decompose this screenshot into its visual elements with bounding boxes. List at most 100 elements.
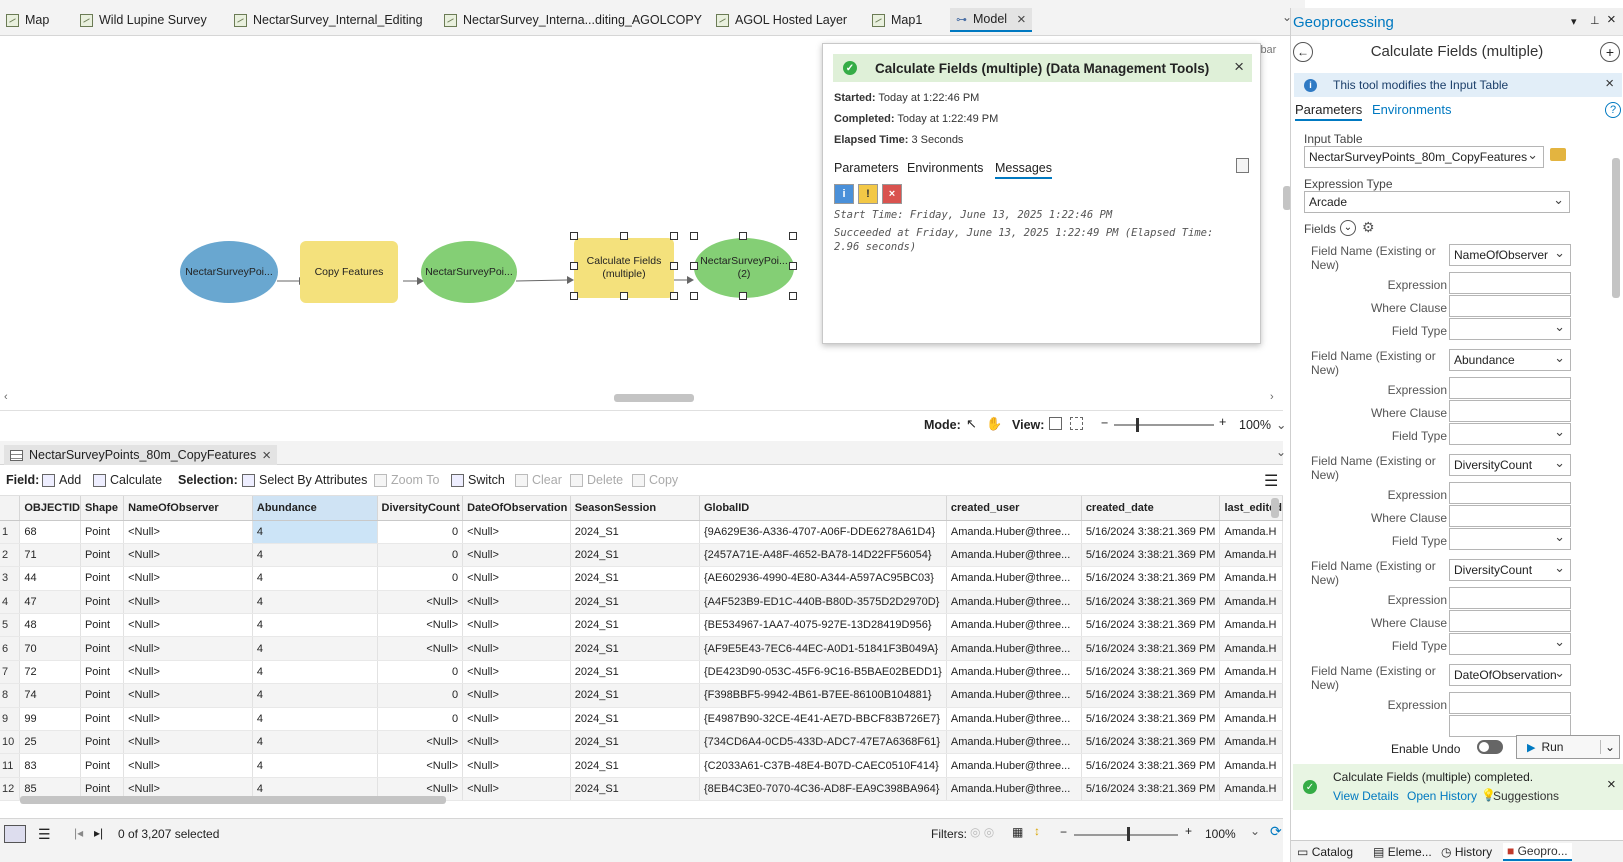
close-icon[interactable]: × xyxy=(1605,75,1614,92)
table-cell[interactable]: 0 xyxy=(377,520,464,544)
table-cell[interactable]: 2024_S1 xyxy=(570,777,701,802)
expression-input[interactable] xyxy=(1449,482,1571,504)
field-name-dropdown[interactable]: NameOfObserver xyxy=(1449,244,1571,266)
tab-map1[interactable]: Map1 xyxy=(872,8,922,32)
table-cell[interactable]: <Null> xyxy=(123,520,253,544)
first-record-icon[interactable]: |◂ xyxy=(74,826,83,840)
field-type-dropdown[interactable] xyxy=(1449,318,1571,340)
table-cell[interactable]: 0 xyxy=(377,543,464,568)
field-name-dropdown[interactable]: DiversityCount xyxy=(1449,559,1571,581)
selection-handle[interactable] xyxy=(690,232,698,240)
table-cell[interactable]: <Null> xyxy=(462,613,571,638)
table-row[interactable]: 4 47 Point <Null> 4 <Null> <Null> 2024_S1 {A4F52… xyxy=(0,590,1283,615)
column-header[interactable]: NameOfObserver xyxy=(123,496,253,521)
row-number-cell[interactable]: 9 xyxy=(0,707,21,732)
table-cell[interactable]: Amanda.Huber@three... xyxy=(946,753,1082,778)
table-cell[interactable]: <Null> xyxy=(462,777,571,802)
tab-nectarsurvey-internal-editing[interactable]: NectarSurvey_Internal_Editing xyxy=(234,8,423,32)
add-field-button[interactable]: Add xyxy=(42,473,81,487)
run-button[interactable]: ▶ Run ⌄ xyxy=(1516,735,1620,759)
table-cell[interactable]: Amanda.Huber@three... xyxy=(946,707,1082,732)
row-number-cell[interactable]: 6 xyxy=(0,636,21,661)
column-header[interactable]: OBJECTID xyxy=(19,496,81,521)
warning-filter-icon[interactable]: ! xyxy=(858,184,878,204)
row-number-cell[interactable]: 3 xyxy=(0,566,21,591)
table-row[interactable]: 3 44 Point <Null> 4 0 <Null> 2024_S1 {AE602936-4… xyxy=(0,566,1283,591)
enable-undo-toggle[interactable] xyxy=(1477,740,1503,754)
table-cell[interactable]: Point xyxy=(80,707,125,732)
column-header[interactable]: SeasonSession xyxy=(570,496,701,521)
zoom-slider[interactable] xyxy=(1114,424,1214,426)
folder-icon[interactable] xyxy=(1550,148,1566,161)
table-zoom-slider[interactable] xyxy=(1074,834,1178,836)
table-cell[interactable]: 4 xyxy=(252,613,378,638)
table-cell[interactable]: <Null> xyxy=(462,590,571,615)
copy-icon[interactable] xyxy=(1236,158,1249,173)
close-icon[interactable]: × xyxy=(1607,11,1616,28)
table-cell[interactable]: <Null> xyxy=(462,543,571,568)
table-cell[interactable]: <Null> xyxy=(462,730,571,755)
table-cell[interactable]: {DE423D90-053C-45F6-9C16-B5BAE02BEDD1} xyxy=(699,660,947,685)
table-cell[interactable]: 5/16/2024 3:38:21.369 PM xyxy=(1081,566,1221,591)
where-clause-input[interactable] xyxy=(1449,610,1571,632)
row-number-cell[interactable]: 11 xyxy=(0,753,21,778)
popup-tab-messages[interactable]: Messages xyxy=(995,161,1052,179)
table-cell[interactable]: Amanda.H xyxy=(1219,777,1283,802)
error-filter-icon[interactable]: × xyxy=(882,184,902,204)
table-cell[interactable]: 5/16/2024 3:38:21.369 PM xyxy=(1081,660,1221,685)
table-cell[interactable]: <Null> xyxy=(123,613,253,638)
selection-handle[interactable] xyxy=(670,292,678,300)
zoom-in-icon[interactable]: + xyxy=(1185,824,1192,838)
row-number-cell[interactable]: 2 xyxy=(0,543,21,568)
clear-selection-button[interactable]: Clear xyxy=(515,473,562,487)
full-extent-icon[interactable] xyxy=(1070,417,1083,430)
chevron-down-icon[interactable]: ⌄ xyxy=(1276,445,1286,459)
where-clause-input[interactable] xyxy=(1449,400,1571,422)
table-cell[interactable]: Amanda.H xyxy=(1219,730,1283,755)
table-cell[interactable]: 4 xyxy=(252,566,378,591)
where-clause-input[interactable] xyxy=(1449,715,1571,737)
table-cell[interactable]: <Null> xyxy=(377,636,464,661)
pane-scrollbar[interactable] xyxy=(1612,158,1620,298)
table-cell[interactable]: <Null> xyxy=(462,636,571,661)
table-cell[interactable]: Amanda.H xyxy=(1219,753,1283,778)
table-row[interactable]: 5 48 Point <Null> 4 <Null> <Null> 2024_S1 {BE534… xyxy=(0,613,1283,638)
table-cell[interactable]: Point xyxy=(80,730,125,755)
table-cell[interactable]: <Null> xyxy=(462,520,571,544)
table-row[interactable]: 9 99 Point <Null> 4 0 <Null> 2024_S1 {E4987B90-3… xyxy=(0,707,1283,732)
show-selected-records-icon[interactable]: ☰ xyxy=(38,826,51,843)
selection-handle[interactable] xyxy=(739,232,747,240)
input-table-dropdown[interactable]: NectarSurveyPoints_80m_CopyFeatures xyxy=(1304,146,1544,168)
table-cell[interactable]: 5/16/2024 3:38:21.369 PM xyxy=(1081,613,1221,638)
pointer-icon[interactable]: ↖ xyxy=(966,416,977,432)
table-cell[interactable]: 5/16/2024 3:38:21.369 PM xyxy=(1081,753,1221,778)
table-cell[interactable]: Point xyxy=(80,566,125,591)
open-history-link[interactable]: Open History xyxy=(1407,789,1477,803)
table-cell[interactable]: Point xyxy=(80,660,125,685)
table-cell[interactable]: 48 xyxy=(19,613,81,638)
table-cell[interactable]: 5/16/2024 3:38:21.369 PM xyxy=(1081,707,1221,732)
copy-button[interactable]: Copy xyxy=(632,473,678,487)
zoom-to-button[interactable]: Zoom To xyxy=(374,473,439,487)
table-cell[interactable]: 2024_S1 xyxy=(570,683,701,708)
tab-history[interactable]: ◷ History xyxy=(1441,845,1492,859)
chevron-down-icon[interactable]: ⌄ xyxy=(1276,417,1286,432)
selection-handle[interactable] xyxy=(620,292,628,300)
close-icon[interactable]: × xyxy=(1017,11,1026,28)
table-cell[interactable]: 4 xyxy=(252,683,378,708)
table-cell[interactable]: 68 xyxy=(19,520,81,544)
tab-map[interactable]: Map xyxy=(6,8,49,32)
table-cell[interactable]: <Null> xyxy=(123,590,253,615)
column-header[interactable]: created_date xyxy=(1081,496,1221,521)
table-cell[interactable]: 0 xyxy=(377,660,464,685)
table-cell[interactable]: {AF9E5E43-7EC6-44EC-A0D1-51841F3B049A} xyxy=(699,636,947,661)
horizontal-scrollbar[interactable] xyxy=(614,394,694,402)
row-number-cell[interactable]: 8 xyxy=(0,683,21,708)
table-cell[interactable]: Amanda.Huber@three... xyxy=(946,777,1082,802)
field-type-dropdown[interactable] xyxy=(1449,528,1571,550)
table-cell[interactable]: 83 xyxy=(19,753,81,778)
table-row[interactable]: 10 25 Point <Null> 4 <Null> <Null> 2024_S1 {734C… xyxy=(0,730,1283,755)
table-cell[interactable]: 2024_S1 xyxy=(570,590,701,615)
table-horizontal-scrollbar[interactable] xyxy=(20,796,446,804)
selection-handle[interactable] xyxy=(789,262,797,270)
